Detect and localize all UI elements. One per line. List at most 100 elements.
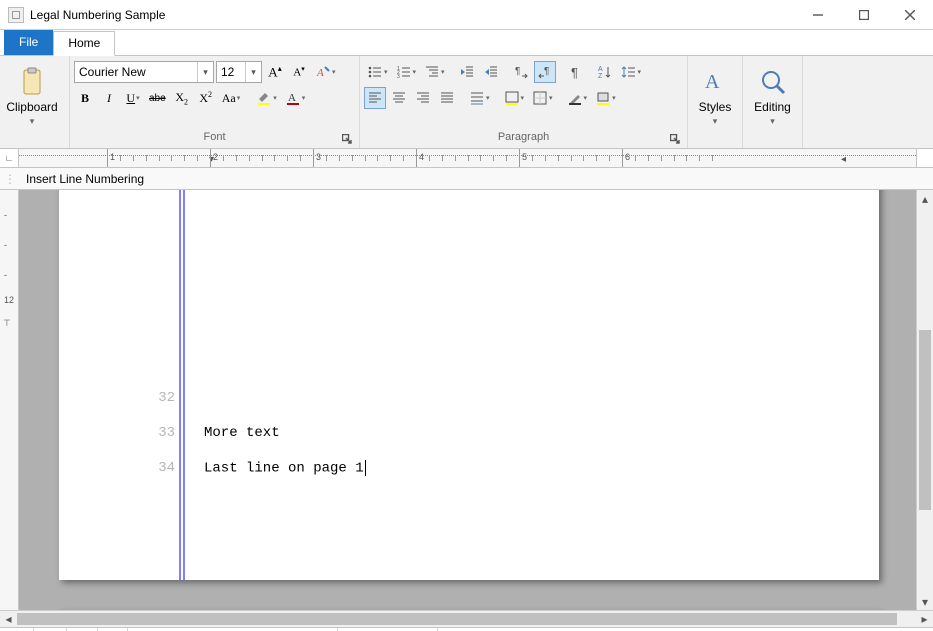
font-color-icon: A <box>285 90 301 106</box>
tab-home[interactable]: Home <box>53 31 115 56</box>
borders-button[interactable]: ▾ <box>529 87 556 109</box>
strike-button[interactable]: abe <box>146 87 169 109</box>
frame-border-button[interactable]: ▾ <box>564 87 591 109</box>
subscript-button[interactable]: X2 <box>171 87 193 109</box>
superscript-button[interactable]: X2 <box>195 87 217 109</box>
grow-font-button[interactable]: A▴ <box>264 61 286 83</box>
bullets-button[interactable]: ▾ <box>364 61 391 83</box>
decrease-indent-button[interactable] <box>456 61 478 83</box>
maximize-button[interactable] <box>841 0 887 30</box>
line-number: 32 <box>149 390 175 406</box>
group-font: Courier New ▾ 12 ▾ A▴ A▾ A▾ B I U▾ abe X… <box>70 56 360 148</box>
window-title: Legal Numbering Sample <box>30 8 795 22</box>
text-cursor <box>365 460 366 476</box>
numbering-button[interactable]: 123▾ <box>393 61 420 83</box>
chevron-down-icon: ▾ <box>713 116 718 127</box>
vertical-scrollbar[interactable]: ▴ ▾ <box>916 190 933 610</box>
align-left-button[interactable] <box>364 87 386 109</box>
svg-text:A: A <box>705 71 720 93</box>
frame-fill-button[interactable]: ▾ <box>592 87 619 109</box>
search-icon <box>757 66 789 98</box>
scroll-down-button[interactable]: ▾ <box>917 593 933 610</box>
group-paragraph: ▾ 123▾ ▾ ¶ ¶ ¶ AZ ▾ ▾ <box>360 56 688 148</box>
font-size-value: 12 <box>217 65 245 79</box>
svg-text:3: 3 <box>397 74 400 80</box>
line-text: More text <box>204 425 280 441</box>
paste-button[interactable]: Clipboard ▾ <box>4 62 60 127</box>
rtl-button[interactable]: ¶ <box>534 61 556 83</box>
highlight-button[interactable]: ▾ <box>253 87 280 109</box>
line-text: Last line on page 1 <box>204 460 366 477</box>
document-canvas[interactable]: 32 33 More text 34 Last line on page 1 1… <box>19 190 933 610</box>
align-right-icon <box>415 90 431 106</box>
group-styles: A Styles ▾ <box>688 56 743 148</box>
line-spacing-icon <box>621 64 637 80</box>
font-group-label: Font <box>203 131 225 143</box>
font-name-select[interactable]: Courier New ▾ <box>74 61 214 83</box>
close-button[interactable] <box>887 0 933 30</box>
align-center-button[interactable] <box>388 87 410 109</box>
ruler-scale[interactable]: ▾ ◂ 123456 <box>19 149 916 167</box>
underline-button[interactable]: U▾ <box>122 87 144 109</box>
vertical-ruler[interactable]: - 12 ⊤ - - <box>0 190 19 610</box>
horizontal-scrollbar[interactable]: ◂ ▸ <box>0 610 933 627</box>
fill-icon <box>595 90 611 106</box>
line-spacing-button[interactable]: ▾ <box>618 61 645 83</box>
chevron-down-icon: ▾ <box>770 116 775 127</box>
chevron-down-icon: ▾ <box>245 62 261 82</box>
italic-button[interactable]: I <box>98 87 120 109</box>
insert-line-numbering-button[interactable]: Insert Line Numbering <box>20 170 150 188</box>
ribbon: Clipboard ▾ Courier New ▾ 12 ▾ A▴ A▾ A▾ <box>0 56 933 149</box>
scroll-thumb[interactable] <box>919 330 931 510</box>
line-number: 33 <box>149 425 175 441</box>
styles-label: Styles <box>699 100 732 114</box>
align-left-icon <box>367 90 383 106</box>
align-right-button[interactable] <box>412 87 434 109</box>
scroll-thumb-h[interactable] <box>17 613 897 625</box>
change-case-button[interactable]: Aa▾ <box>219 87 244 109</box>
editing-label: Editing <box>754 100 791 114</box>
bold-button[interactable]: B <box>74 87 96 109</box>
show-marks-button[interactable]: ¶ <box>564 61 586 83</box>
app-icon <box>8 7 24 23</box>
document-viewport: - 12 ⊤ - - 32 33 More text 34 Last line … <box>0 190 933 610</box>
clear-format-button[interactable]: A▾ <box>312 61 339 83</box>
borders-icon <box>532 90 548 106</box>
tab-selector[interactable]: ∟ <box>0 149 19 167</box>
paint-bucket-icon <box>504 90 520 106</box>
scroll-left-button[interactable]: ◂ <box>0 611 17 627</box>
minimize-button[interactable] <box>795 0 841 30</box>
scroll-right-button[interactable]: ▸ <box>916 611 933 627</box>
shrink-font-button[interactable]: A▾ <box>288 61 310 83</box>
styles-button[interactable]: A Styles ▾ <box>692 62 738 127</box>
svg-text:A: A <box>288 92 296 104</box>
tab-file[interactable]: File <box>4 30 53 55</box>
svg-text:A: A <box>316 67 324 79</box>
page-1: 32 33 More text 34 Last line on page 1 <box>59 190 879 580</box>
clipboard-icon <box>16 66 48 98</box>
shading-button[interactable]: ▾ <box>501 87 528 109</box>
custom-toolstrip: ⋮ Insert Line Numbering <box>0 168 933 190</box>
increase-indent-button[interactable] <box>480 61 502 83</box>
font-dialog-launcher[interactable] <box>341 134 353 146</box>
group-editing: Editing ▾ <box>743 56 803 148</box>
paragraph-dialog-launcher[interactable] <box>669 134 681 146</box>
scroll-up-button[interactable]: ▴ <box>917 190 933 207</box>
pen-icon <box>567 90 583 106</box>
font-color-button[interactable]: A▾ <box>282 87 309 109</box>
font-size-select[interactable]: 12 ▾ <box>216 61 262 83</box>
svg-text:¶: ¶ <box>515 66 520 77</box>
ltr-button[interactable]: ¶ <box>510 61 532 83</box>
chevron-down-icon: ▾ <box>30 116 35 127</box>
right-indent-marker[interactable]: ◂ <box>841 154 846 165</box>
horizontal-ruler[interactable]: ∟ ▾ ◂ 123456 <box>0 149 933 168</box>
editing-button[interactable]: Editing ▾ <box>747 62 798 127</box>
multilevel-button[interactable]: ▾ <box>421 61 448 83</box>
distribute-icon <box>469 90 485 106</box>
sort-button[interactable]: AZ <box>594 61 616 83</box>
styles-icon: A <box>699 66 731 98</box>
align-justify-button[interactable] <box>436 87 458 109</box>
outdent-icon <box>459 64 475 80</box>
distribute-button[interactable]: ▾ <box>466 87 493 109</box>
status-bar: 1/1 1/2 34 19 English (United States) NU… <box>0 627 933 631</box>
